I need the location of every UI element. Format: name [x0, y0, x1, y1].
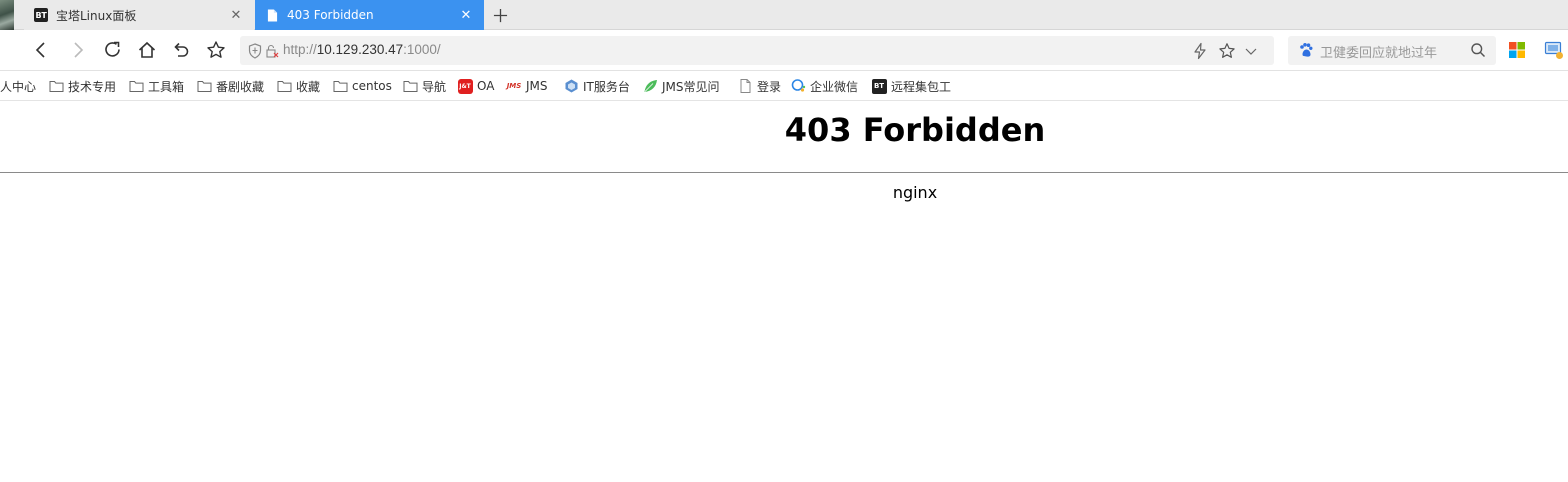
shield-icon[interactable]: [248, 43, 262, 59]
screenshot-extension-icon[interactable]: [1544, 40, 1564, 60]
leaf-icon: [642, 78, 658, 94]
folder-icon: [276, 78, 292, 94]
bookmark-label: 导航: [422, 79, 447, 94]
search-placeholder: 卫健委回应就地过年: [1320, 46, 1438, 61]
bookmark-label: 收藏: [296, 79, 321, 94]
bookmark-it-service-desk[interactable]: IT服务台: [563, 77, 630, 95]
forward-button[interactable]: [66, 38, 90, 62]
close-tab-icon[interactable]: ✕: [228, 7, 244, 23]
bookmark-login[interactable]: 登录: [737, 77, 781, 95]
bookmark-folder-anime[interactable]: 番剧收藏: [196, 77, 264, 95]
windows-apps-icon[interactable]: [1508, 41, 1526, 59]
jms-logo-icon: JMS: [506, 82, 522, 90]
tab-baota-panel[interactable]: BT 宝塔Linux面板 ✕: [24, 0, 254, 30]
forward-arrow-icon: [74, 42, 84, 58]
jt-logo-icon: J&T: [457, 78, 473, 94]
tab-title: 宝塔Linux面板: [56, 8, 137, 23]
bookmark-folder-favorites[interactable]: 收藏: [276, 77, 320, 95]
url-host: 10.129.230.47: [316, 42, 404, 57]
server-name: nginx: [892, 183, 938, 202]
bookmark-personal-center[interactable]: 人中心: [0, 77, 36, 95]
bookmark-label: OA: [477, 79, 495, 93]
bookmark-wecom[interactable]: 企业微信: [790, 77, 858, 95]
bookmark-star-icon[interactable]: [1218, 42, 1236, 60]
url-scheme: http://: [283, 42, 317, 57]
error-heading: 403 Forbidden: [784, 111, 1046, 149]
bookmark-label: 技术专用: [68, 79, 117, 94]
new-tab-button[interactable]: [490, 5, 510, 25]
page-icon: [737, 78, 753, 94]
url-path: :1000/: [403, 42, 441, 57]
bookmark-folder-tech[interactable]: 技术专用: [48, 77, 116, 95]
close-tab-icon[interactable]: ✕: [458, 7, 474, 23]
bt-favicon-icon: BT: [34, 8, 48, 22]
bookmark-label: 番剧收藏: [216, 79, 265, 94]
reload-button[interactable]: [101, 38, 125, 62]
tab-403-forbidden[interactable]: 403 Forbidden ✕: [255, 0, 484, 30]
bookmark-label: 工具箱: [148, 79, 185, 94]
home-button[interactable]: [135, 38, 159, 62]
back-arrow-icon: [35, 42, 45, 58]
page-content: 403 Forbidden nginx: [0, 101, 1568, 482]
folder-icon: [48, 78, 64, 94]
user-avatar[interactable]: [0, 0, 14, 30]
bookmark-label: 人中心: [0, 79, 37, 94]
bookmark-label: 远程集包工: [891, 79, 952, 94]
folder-icon: [196, 78, 212, 94]
baidu-paw-icon: [1300, 43, 1313, 57]
bookmark-jms[interactable]: JMS JMS: [506, 77, 548, 95]
bookmark-remote-tool[interactable]: BT 远程集包工: [871, 77, 951, 95]
bookmark-label: JMS常见问: [662, 79, 720, 94]
bookmark-label: JMS: [526, 79, 548, 93]
page-icon: [267, 8, 279, 22]
tab-strip: BT 宝塔Linux面板 ✕ 403 Forbidden ✕: [0, 0, 1568, 30]
tab-title: 403 Forbidden: [287, 8, 374, 22]
undo-icon: [174, 42, 189, 57]
bookmark-label: 企业微信: [810, 79, 859, 94]
chevron-down-icon[interactable]: [1242, 42, 1260, 60]
insecure-connection-icon[interactable]: [265, 43, 279, 59]
address-bar[interactable]: http://10.129.230.47:1000/: [240, 36, 1274, 65]
wecom-icon: [790, 78, 806, 94]
folder-icon: [128, 78, 144, 94]
folder-icon: [332, 78, 348, 94]
reload-icon: [105, 41, 120, 57]
bookmark-label: 登录: [757, 79, 782, 94]
bookmark-oa[interactable]: J&T OA: [457, 77, 494, 95]
divider: [0, 172, 1568, 173]
back-button[interactable]: [29, 38, 53, 62]
service-desk-icon: [563, 78, 579, 94]
undo-close-button[interactable]: [169, 38, 193, 62]
bookmark-folder-nav[interactable]: 导航: [402, 77, 446, 95]
search-icon[interactable]: [1470, 42, 1486, 58]
folder-icon: [402, 78, 418, 94]
favorites-button[interactable]: [204, 38, 228, 62]
star-icon: [207, 41, 225, 58]
nav-toolbar: http://10.129.230.47:1000/ 卫健委回应就地过年: [0, 30, 1568, 71]
bookmark-folder-toolbox[interactable]: 工具箱: [128, 77, 184, 95]
lightning-icon[interactable]: [1191, 42, 1209, 60]
bookmark-folder-centos[interactable]: centos: [332, 77, 392, 95]
url-text[interactable]: http://10.129.230.47:1000/: [283, 42, 441, 57]
search-box[interactable]: 卫健委回应就地过年: [1288, 36, 1496, 65]
bookmark-label: centos: [352, 79, 392, 93]
home-icon: [138, 41, 156, 58]
bookmark-label: IT服务台: [583, 79, 630, 94]
bookmark-jms-faq[interactable]: JMS常见问: [642, 77, 720, 95]
browser-window: BT 宝塔Linux面板 ✕ 403 Forbidden ✕ http://10…: [0, 0, 1568, 482]
bt-logo-icon: BT: [871, 78, 887, 94]
bookmarks-bar: 人中心 技术专用 工具箱 番剧收藏 收藏 centos 导航 J&T OA JM…: [0, 71, 1568, 101]
